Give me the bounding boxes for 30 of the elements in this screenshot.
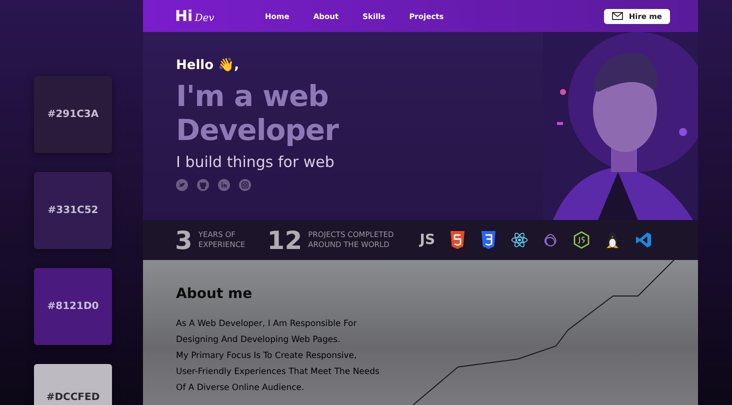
greeting: Hello 👋, (176, 57, 240, 73)
section-heading: About me (176, 286, 254, 302)
bird-icon[interactable] (176, 179, 188, 191)
hero-title: Developer (176, 113, 340, 147)
shield-five-icon (449, 231, 466, 249)
about-text: User-Friendly Experiences That Meet The Needs (176, 366, 380, 379)
cat-icon[interactable] (197, 179, 209, 191)
logo: Hi Dev (175, 7, 216, 25)
shield-three-icon (480, 231, 498, 249)
swatch-label: #331C52 (48, 205, 98, 216)
camera-icon[interactable] (239, 179, 251, 191)
code-editor-icon (635, 231, 652, 249)
swatch-label: #DCCFED (46, 392, 100, 403)
hexagon-icon (573, 231, 590, 249)
about-text: As A Web Developer, I Am Responsible For (176, 318, 358, 331)
hero-subtitle: I build things for web (176, 153, 336, 171)
about-text: Of A Diverse Online Audience. (176, 382, 306, 395)
about-text: My Primary Focus Is To Create Responsive, (176, 350, 358, 363)
swatch-label: #291C3A (47, 109, 99, 120)
knot-icon (542, 231, 560, 249)
js-logo: JS (420, 232, 436, 248)
hero-title: I'm a web (176, 79, 330, 113)
swatch-label: #8121D0 (47, 301, 99, 312)
stat-number: 12 (267, 226, 302, 254)
linkedin-icon[interactable] (218, 179, 230, 191)
about-text: Designing And Developing Web Pages. (176, 334, 342, 347)
stat-number: 3 (175, 226, 192, 254)
mail-icon (612, 12, 623, 20)
penguin-icon (604, 231, 622, 249)
atom-icon (511, 231, 528, 249)
